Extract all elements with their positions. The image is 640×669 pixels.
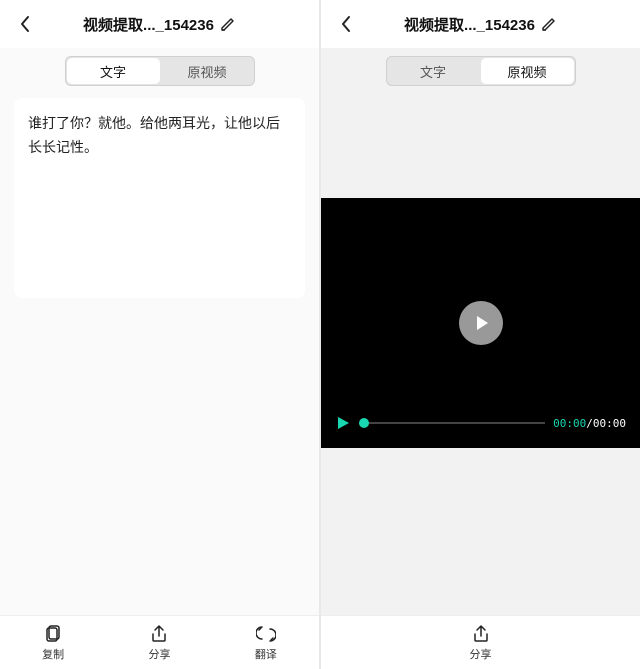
share-label: 分享: [470, 646, 492, 662]
pencil-icon: [220, 16, 236, 32]
share-icon: [471, 624, 491, 644]
play-small-button[interactable]: [335, 415, 351, 431]
play-icon: [335, 415, 351, 431]
back-button[interactable]: [331, 0, 361, 48]
play-icon: [471, 313, 491, 333]
share-button[interactable]: 分享: [451, 624, 511, 662]
play-button[interactable]: [459, 301, 503, 345]
bottom-bar: 分享: [321, 615, 640, 669]
translate-icon: [256, 624, 276, 644]
copy-button[interactable]: 复制: [23, 624, 83, 662]
extracted-text: 谁打了你？就他。给他两耳光，让他以后长长记性。: [28, 112, 291, 160]
time-display: 00:00/00:00: [553, 414, 626, 432]
chevron-left-icon: [340, 15, 352, 33]
time-duration: 00:00: [593, 417, 626, 430]
tab-text[interactable]: 文字: [387, 57, 480, 85]
translate-button[interactable]: 翻译: [236, 624, 296, 662]
share-icon: [149, 624, 169, 644]
share-button[interactable]: 分享: [129, 624, 189, 662]
pencil-icon: [541, 16, 557, 32]
bottom-bar: 复制 分享 翻译: [0, 615, 319, 669]
chevron-left-icon: [19, 15, 31, 33]
time-current: 00:00: [553, 417, 586, 430]
video-controls: 00:00/00:00: [321, 414, 640, 432]
header: 视频提取..._154236: [0, 0, 319, 48]
translate-label: 翻译: [255, 646, 277, 662]
share-label: 分享: [148, 646, 170, 662]
title-wrap: 视频提取..._154236: [404, 14, 557, 35]
pane-video-view: 视频提取..._154236 文字 原视频 00:00/00:00 分: [321, 0, 640, 669]
page-title: 视频提取..._154236: [83, 14, 214, 35]
edit-title-button[interactable]: [541, 16, 557, 32]
segmented-control: 文字 原视频: [65, 56, 255, 86]
tab-text[interactable]: 文字: [67, 58, 160, 84]
page-title: 视频提取..._154236: [404, 14, 535, 35]
back-button[interactable]: [10, 0, 40, 48]
tab-video[interactable]: 原视频: [161, 57, 254, 85]
video-player: 00:00/00:00: [321, 198, 640, 448]
tab-video[interactable]: 原视频: [481, 58, 574, 84]
edit-title-button[interactable]: [220, 16, 236, 32]
segmented-control: 文字 原视频: [386, 56, 576, 86]
copy-icon: [43, 624, 63, 644]
title-wrap: 视频提取..._154236: [83, 14, 236, 35]
progress-bar[interactable]: [359, 422, 545, 424]
pane-text-view: 视频提取..._154236 文字 原视频 谁打了你？就他。给他两耳光，让他以后…: [0, 0, 319, 669]
copy-label: 复制: [42, 646, 64, 662]
header: 视频提取..._154236: [321, 0, 640, 48]
text-card: 谁打了你？就他。给他两耳光，让他以后长长记性。: [14, 98, 305, 298]
